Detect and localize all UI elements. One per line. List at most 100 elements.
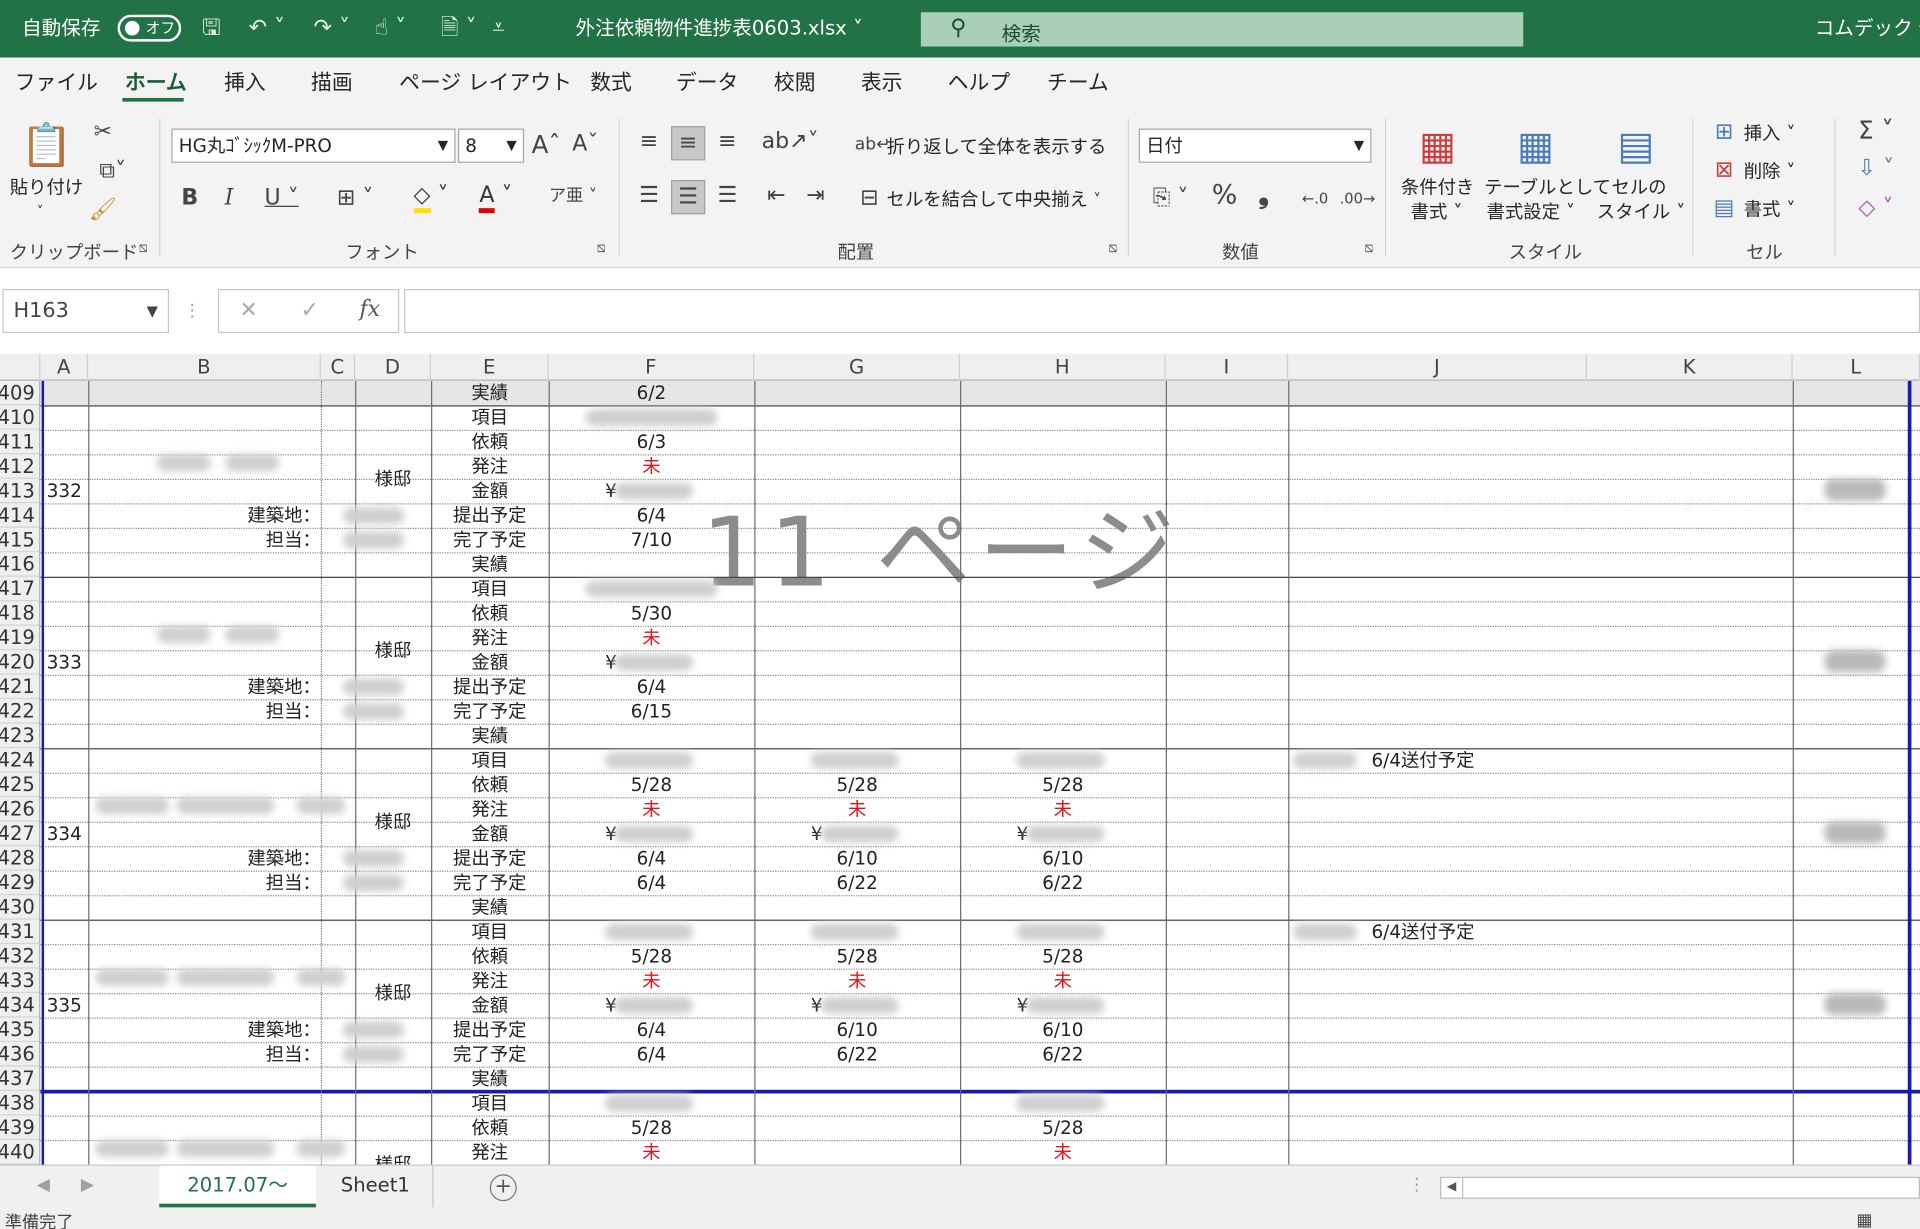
formula-input[interactable]	[404, 288, 1920, 334]
enter-icon[interactable]: ✓	[295, 298, 324, 325]
format-as-table-line2[interactable]: 書式設定 ˅	[1487, 200, 1576, 224]
scroll-left-arrow-icon[interactable]: ◀	[1441, 1177, 1464, 1198]
bold-icon[interactable]: B	[179, 185, 201, 212]
column-header-e[interactable]: E	[431, 353, 549, 381]
cancel-icon[interactable]: ✕	[234, 298, 263, 325]
scroll-left-icon[interactable]: ◀	[37, 1176, 50, 1196]
column-header-h[interactable]: H	[960, 353, 1166, 381]
fill-color-icon[interactable]: ◇ ˅	[404, 182, 458, 214]
insert-cells-button[interactable]: 挿入 ˅	[1744, 121, 1796, 145]
cell-styles-icon[interactable]: ▤	[1609, 121, 1663, 170]
wrap-text-icon[interactable]: ab↵	[855, 131, 891, 158]
select-all-corner[interactable]	[0, 353, 41, 381]
delete-cells-button[interactable]: 削除 ˅	[1744, 159, 1796, 183]
comma-style-icon[interactable]: ❟	[1251, 182, 1275, 209]
autosave-toggle[interactable]: オフ	[117, 14, 182, 42]
copy-icon[interactable]: ⧉˅	[88, 158, 137, 185]
splitter-icon[interactable]: ⋮	[1408, 1176, 1425, 1196]
row-header[interactable]: 419	[0, 626, 40, 651]
orientation-icon[interactable]: ab↗˅	[762, 129, 819, 156]
row-header[interactable]: 431	[0, 920, 40, 945]
row-header[interactable]: 414	[0, 503, 40, 528]
row-header[interactable]: 439	[0, 1116, 40, 1141]
align-left-icon[interactable]: ☰	[634, 182, 663, 209]
fill-icon[interactable]: ⇩ ˅	[1851, 156, 1900, 183]
conditional-format-line2[interactable]: 書式 ˅	[1411, 200, 1463, 224]
row-header[interactable]: 437	[0, 1067, 40, 1092]
row-header[interactable]: 426	[0, 797, 40, 822]
row-header[interactable]: 435	[0, 1018, 40, 1043]
font-launcher-icon[interactable]: ⧅	[596, 239, 605, 257]
paste-icon[interactable]: 📋	[17, 119, 76, 173]
column-header-j[interactable]: J	[1288, 353, 1587, 381]
column-header-f[interactable]: F	[549, 353, 755, 381]
redo-icon[interactable]: ↷ ˅	[313, 12, 350, 44]
clipboard-launcher-icon[interactable]: ⧅	[138, 239, 147, 257]
undo-icon[interactable]: ↶ ˅	[249, 12, 286, 44]
add-sheet-icon[interactable]: +	[489, 1174, 517, 1202]
align-top-icon[interactable]: ≡	[634, 129, 663, 156]
borders-icon[interactable]: ⊞ ˅	[328, 185, 382, 212]
paste-label[interactable]: 貼り付け	[10, 175, 83, 199]
number-launcher-icon[interactable]: ⧅	[1364, 239, 1373, 257]
conditional-format-icon[interactable]: ▦	[1411, 121, 1465, 170]
row-header[interactable]: 420	[0, 650, 40, 675]
merge-dropdown-icon[interactable]: ˅	[1093, 187, 1100, 211]
format-as-table-line1[interactable]: テーブルとして	[1484, 175, 1611, 199]
format-painter-icon[interactable]: 🖌	[88, 197, 117, 224]
tab-view[interactable]: 表示	[861, 70, 903, 97]
save-icon[interactable]: 🖫	[202, 12, 221, 44]
row-header[interactable]: 433	[0, 969, 40, 994]
decrease-indent-icon[interactable]: ⇤	[762, 182, 791, 209]
touch-mode-icon[interactable]: ☝ ˅	[375, 12, 406, 44]
cell-styles-line2[interactable]: スタイル ˅	[1597, 200, 1686, 224]
column-header-a[interactable]: A	[40, 353, 89, 381]
tab-page-layout[interactable]: ページ レイアウト	[399, 70, 572, 97]
tab-file[interactable]: ファイル	[15, 70, 98, 97]
column-header-k[interactable]: K	[1587, 353, 1793, 381]
align-bottom-icon[interactable]: ≡	[713, 129, 742, 156]
row-header[interactable]: 438	[0, 1091, 40, 1116]
more-options-icon[interactable]: ⋮	[184, 298, 201, 325]
row-header[interactable]: 418	[0, 601, 40, 626]
tab-formulas[interactable]: 数式	[590, 70, 632, 97]
merge-center-icon[interactable]: ⊟	[855, 185, 884, 212]
row-header[interactable]: 415	[0, 528, 40, 553]
align-middle-icon[interactable]: ≡	[671, 126, 706, 161]
file-name[interactable]: 外注依頼物件進捗表0603.xlsx ˅	[576, 15, 863, 42]
column-header-i[interactable]: I	[1166, 353, 1289, 381]
row-header[interactable]: 429	[0, 871, 40, 896]
increase-indent-icon[interactable]: ⇥	[801, 182, 830, 209]
row-header[interactable]: 430	[0, 895, 40, 920]
column-header-l[interactable]: L	[1793, 353, 1920, 381]
decrease-decimal-icon[interactable]: .00→	[1340, 185, 1376, 212]
row-header[interactable]: 410	[0, 405, 40, 430]
italic-icon[interactable]: I	[218, 185, 240, 212]
tab-review[interactable]: 校閲	[774, 70, 816, 97]
increase-font-icon[interactable]: Aˆ	[531, 131, 561, 158]
horizontal-scrollbar[interactable]: ◀	[1440, 1176, 1920, 1199]
delete-cells-icon[interactable]: ⊠	[1709, 157, 1738, 184]
print-preview-icon[interactable]: 🗎 ˅	[441, 12, 477, 44]
row-header[interactable]: 436	[0, 1042, 40, 1067]
row-header[interactable]: 425	[0, 773, 40, 798]
row-header[interactable]: 422	[0, 699, 40, 724]
underline-icon[interactable]: U ˅	[257, 185, 306, 212]
merge-center-button[interactable]: セルを結合して中央揃え	[887, 187, 1089, 211]
align-center-icon[interactable]: ☰	[671, 180, 706, 215]
format-as-table-icon[interactable]: ▦	[1509, 121, 1563, 170]
row-header[interactable]: 427	[0, 822, 40, 847]
worksheet-grid[interactable]: 11 ページ 実績 6/2 項目 依頼 発注 金額 提出予定 完了予定 実績 様邸 332 建築地：担…	[40, 380, 1920, 1165]
tab-insert[interactable]: 挿入	[224, 70, 266, 97]
row-header[interactable]: 411	[0, 430, 40, 455]
row-header[interactable]: 440	[0, 1140, 40, 1165]
format-cells-icon[interactable]: ▤	[1709, 195, 1738, 222]
wrap-text-button[interactable]: 折り返して全体を表示する	[887, 135, 1107, 159]
autosum-icon[interactable]: Σ ˅	[1851, 116, 1900, 143]
name-box[interactable]: H163 ▼	[2, 288, 169, 334]
font-color-icon[interactable]: A ˅	[469, 182, 523, 214]
decrease-font-icon[interactable]: Aˇ	[571, 131, 600, 158]
row-header[interactable]: 412	[0, 454, 40, 479]
phonetic-icon[interactable]: ア亜 ˅	[546, 182, 600, 209]
font-name-select[interactable]: HG丸ｺﾞｼｯｸM-PRO ▼	[171, 128, 456, 163]
